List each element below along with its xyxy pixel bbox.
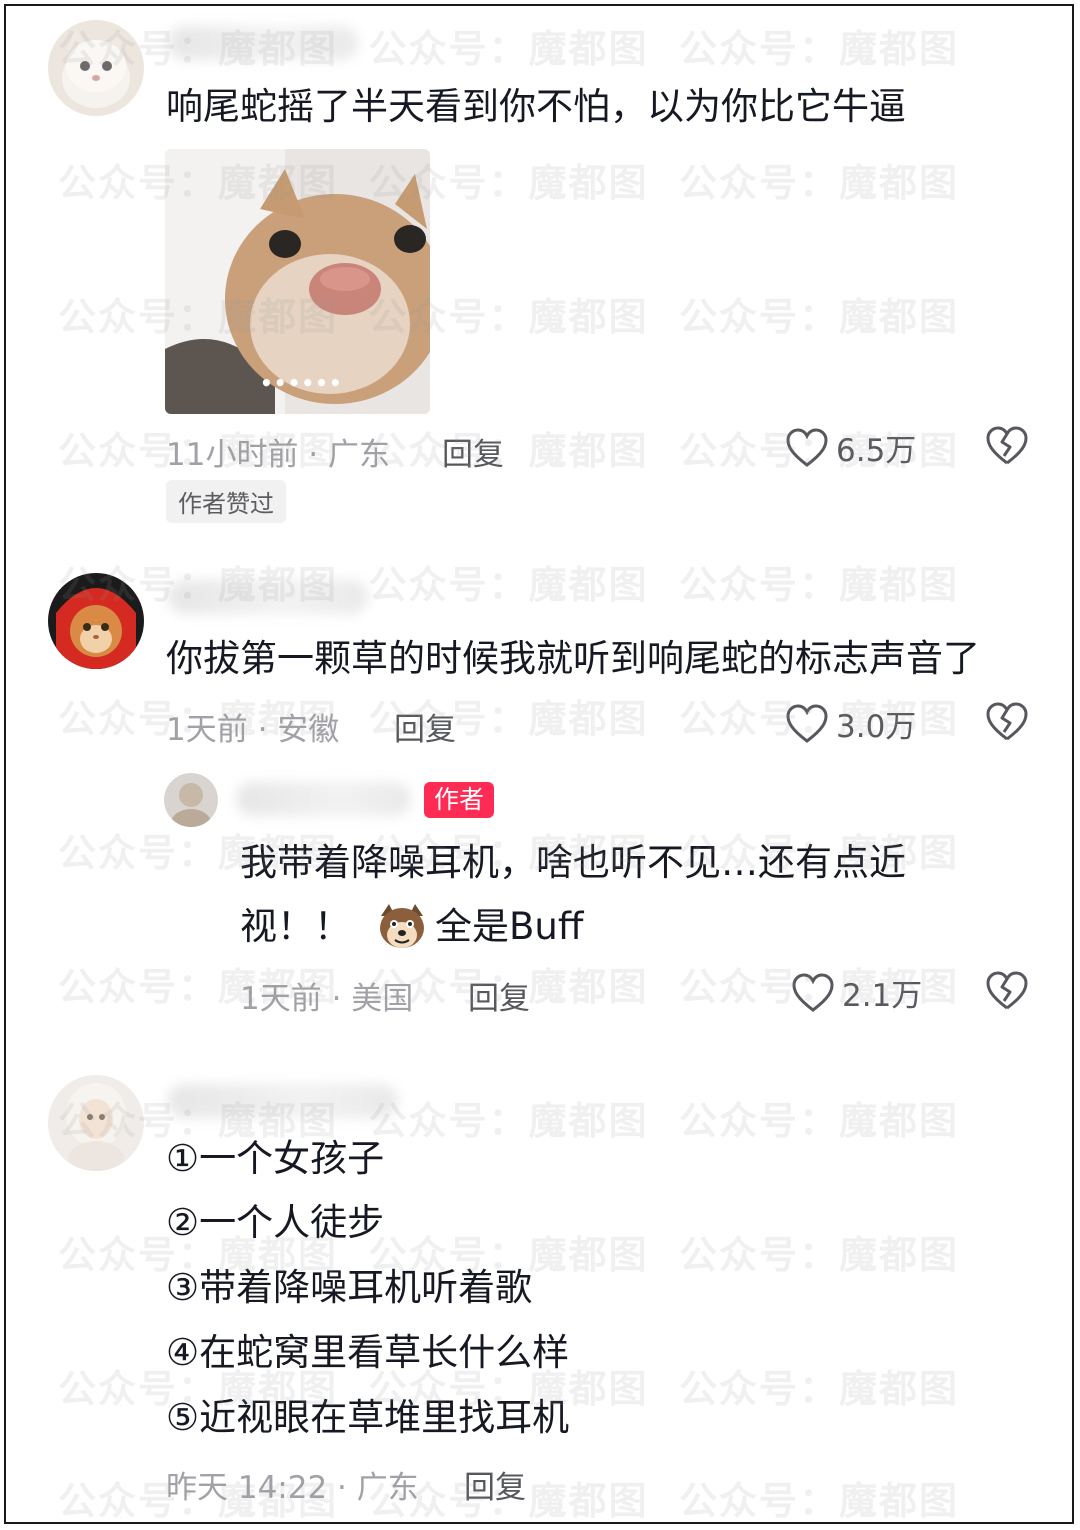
list-item: ⑤近视眼在草堆里找耳机 — [166, 1396, 570, 1439]
comment-text-part: 视！！ — [240, 905, 351, 948]
avatar[interactable] — [164, 773, 218, 827]
dog-emoji-icon — [375, 902, 429, 952]
like-button[interactable]: 3.0万 — [786, 701, 916, 746]
avatar[interactable] — [48, 573, 144, 669]
reply-button[interactable]: 回复 — [394, 704, 456, 749]
broken-heart-icon — [986, 426, 1028, 465]
comment-time-location: 1天前 · 安徽 — [166, 712, 340, 748]
comment-text: 你拔第一颗草的时候我就听到响尾蛇的标志声音了 — [166, 637, 980, 680]
username-blurred[interactable] — [168, 1084, 398, 1118]
comment-text-line1: 我带着降噪耳机，啥也听不见…还有点近 — [240, 841, 906, 884]
broken-heart-icon — [986, 702, 1028, 741]
list-item: ③带着降噪耳机听着歌 — [166, 1266, 533, 1309]
comment-time-location: 昨天 14:22 · 广东 — [166, 1470, 419, 1506]
reply-button[interactable]: 回复 — [468, 973, 530, 1018]
broken-heart-icon — [986, 971, 1028, 1010]
reply-button[interactable]: 回复 — [442, 429, 504, 474]
comment-text-line2: 视！！ 全是Buff — [240, 902, 583, 952]
like-count: 2.1万 — [842, 978, 923, 1014]
like-button[interactable]: 2.1万 — [792, 970, 922, 1015]
comment-text-part: 全是Buff — [435, 905, 584, 948]
like-button[interactable]: 6.5万 — [786, 425, 916, 470]
list-item: ①一个女孩子 — [166, 1137, 385, 1180]
avatar[interactable] — [48, 20, 144, 116]
dislike-button[interactable] — [986, 426, 1028, 470]
dislike-button[interactable] — [986, 971, 1028, 1015]
comment-text: 响尾蛇摇了半天看到你不怕，以为你比它牛逼 — [166, 85, 906, 128]
heart-icon — [792, 972, 834, 1012]
author-liked-badge: 作者赞过 — [166, 480, 286, 523]
username-blurred[interactable] — [236, 782, 411, 816]
reply-button[interactable]: 回复 — [464, 1462, 526, 1507]
comment-time-location: 1天前 · 美国 — [240, 981, 414, 1017]
author-badge: 作者 — [424, 782, 495, 818]
list-item: ②一个人徒步 — [166, 1201, 385, 1244]
like-count: 6.5万 — [836, 433, 917, 469]
heart-icon — [786, 703, 828, 743]
username-blurred[interactable] — [168, 26, 358, 60]
comment-time-location: 11小时前 · 广东 — [166, 437, 391, 473]
list-item: ④在蛇窝里看草长什么样 — [166, 1331, 570, 1374]
cat-sticker-image[interactable]: •••••• — [165, 149, 430, 414]
like-count: 3.0万 — [836, 709, 917, 745]
username-blurred[interactable] — [168, 580, 368, 614]
sticker-caption: •••••• — [260, 371, 343, 395]
heart-icon — [786, 427, 828, 467]
dislike-button[interactable] — [986, 702, 1028, 746]
avatar[interactable] — [48, 1075, 144, 1171]
